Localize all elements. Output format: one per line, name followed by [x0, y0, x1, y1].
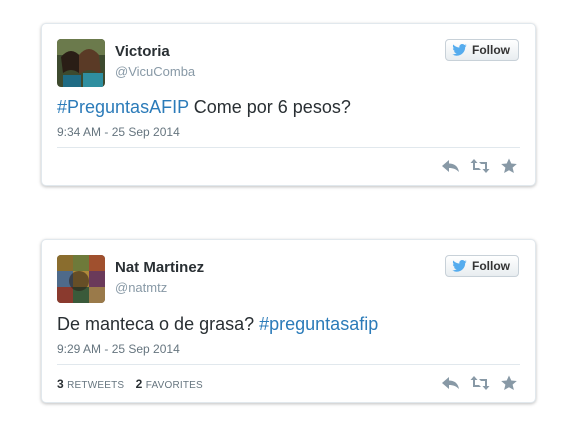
follow-button[interactable]: Follow	[445, 255, 519, 277]
tweet-text: De manteca o de grasa? #preguntasafip	[57, 314, 378, 335]
tweet-stats: 3 Retweets 2 Favorites	[57, 377, 211, 391]
follow-label: Follow	[472, 259, 510, 273]
avatar[interactable]	[57, 39, 105, 87]
tweet-text-body: De manteca o de grasa?	[57, 314, 260, 334]
tweet-text: #PreguntasAFIP Come por 6 pesos?	[57, 97, 351, 118]
divider	[57, 147, 520, 148]
retweet-icon[interactable]	[470, 375, 490, 391]
avatar[interactable]	[57, 255, 105, 303]
hashtag-link[interactable]: #PreguntasAFIP	[57, 97, 189, 117]
user-name[interactable]: Nat Martinez	[115, 259, 204, 276]
reply-icon[interactable]	[441, 158, 461, 174]
twitter-bird-icon	[452, 260, 467, 272]
star-icon[interactable]	[499, 158, 519, 174]
tweet-card: Victoria @VicuComba Follow #PreguntasAFI…	[41, 23, 536, 186]
follow-button[interactable]: Follow	[445, 39, 519, 61]
tweet-actions	[441, 158, 519, 174]
retweet-icon[interactable]	[470, 158, 490, 174]
twitter-bird-icon	[452, 44, 467, 56]
user-name[interactable]: Victoria	[115, 43, 170, 60]
retweets-label[interactable]: Retweets	[67, 380, 124, 391]
follow-label: Follow	[472, 43, 510, 57]
user-handle[interactable]: @natmtz	[115, 280, 167, 295]
divider	[57, 364, 520, 365]
retweets-count[interactable]: 3	[57, 377, 64, 391]
star-icon[interactable]	[499, 375, 519, 391]
favorites-count[interactable]: 2	[136, 377, 143, 391]
tweet-actions	[441, 375, 519, 391]
user-handle[interactable]: @VicuComba	[115, 64, 195, 79]
timestamp[interactable]: 9:34 AM - 25 Sep 2014	[57, 125, 180, 139]
favorites-label[interactable]: Favorites	[146, 380, 203, 391]
reply-icon[interactable]	[441, 375, 461, 391]
tweet-card: Nat Martinez @natmtz Follow De manteca o…	[41, 239, 536, 403]
hashtag-link[interactable]: #preguntasafip	[259, 314, 378, 334]
timestamp[interactable]: 9:29 AM - 25 Sep 2014	[57, 342, 180, 356]
tweet-text-body: Come por 6 pesos?	[188, 97, 351, 117]
